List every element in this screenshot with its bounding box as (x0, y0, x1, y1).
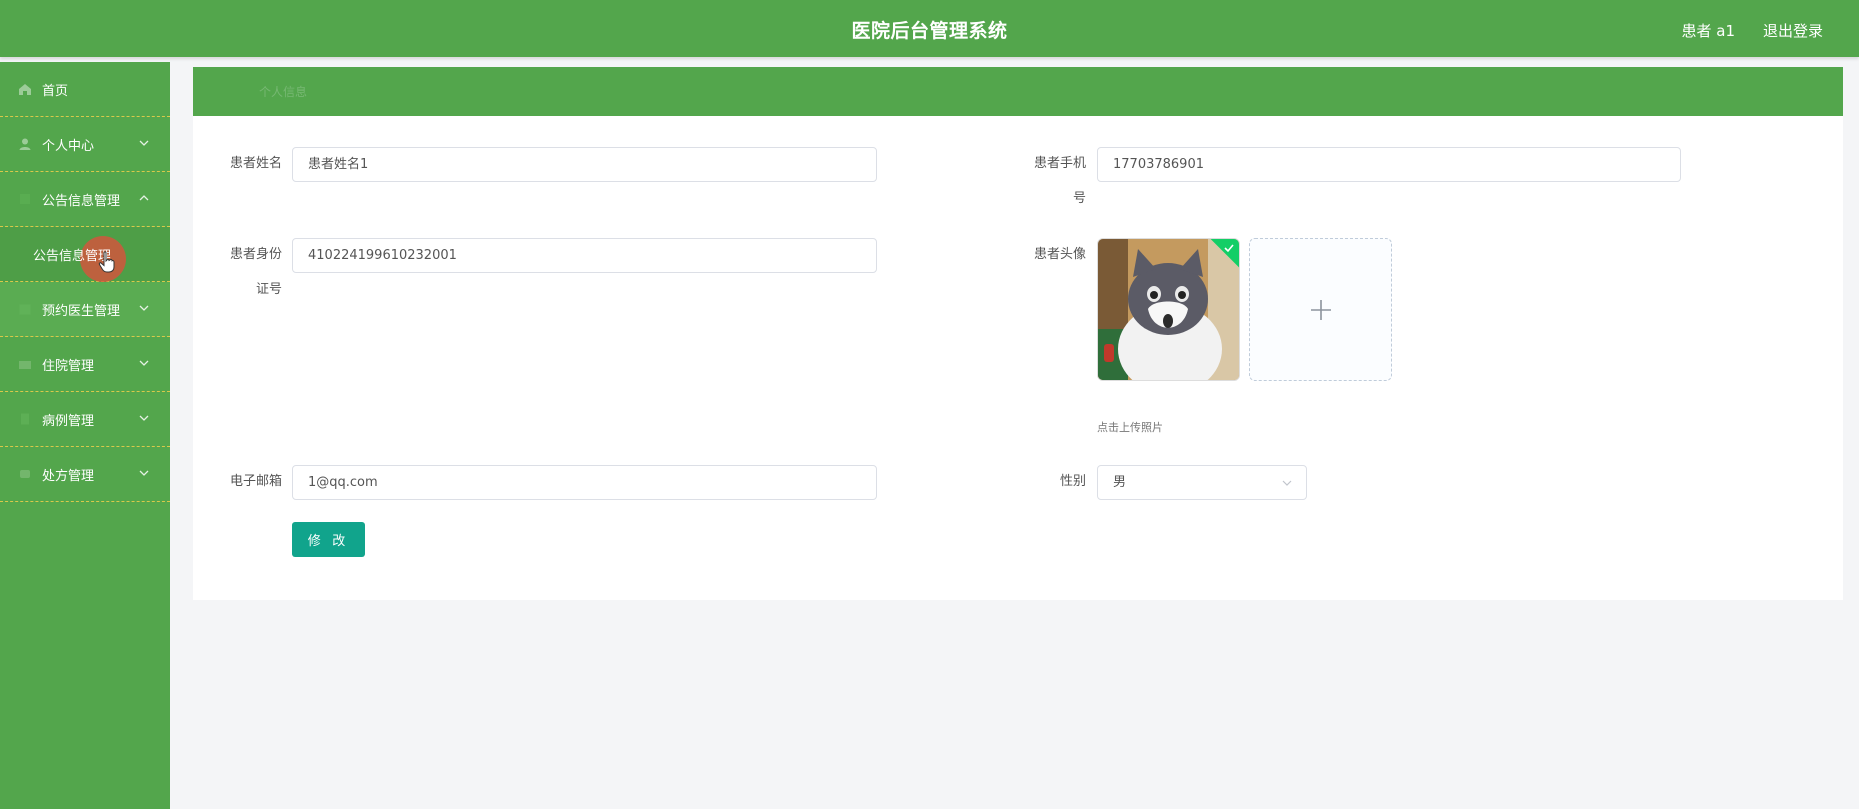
phone-label-line2: 号 (1072, 191, 1086, 206)
id-card-label-line1: 患者身份 (229, 247, 282, 262)
gender-selected-value: 男 (1113, 475, 1127, 490)
cat-photo (1098, 239, 1239, 380)
sidebar-item-prescriptions[interactable]: 处方管理 (0, 447, 170, 502)
chevron-down-icon (1282, 480, 1292, 486)
email-input[interactable]: 1@qq.com (292, 465, 877, 500)
sidebar-item-medical-records[interactable]: 病例管理 (0, 392, 170, 447)
gender-select[interactable]: 男 (1097, 465, 1307, 500)
top-header: 医院后台管理系统 患者 a1 退出登录 (0, 0, 1859, 57)
patient-name-input[interactable]: 患者姓名1 (292, 147, 877, 182)
phone-label-line1: 患者手机 (1033, 156, 1086, 171)
id-card-label: 患者身份 (218, 238, 282, 272)
plus-icon (1311, 300, 1331, 320)
user-icon (18, 137, 32, 151)
calendar-icon (18, 302, 32, 316)
id-card-label-line2: 证号 (255, 282, 282, 297)
upload-tip: 点击上传照片 (1097, 421, 1163, 434)
sidebar: 首页 个人中心 公告信息管理 公告信息管理 预约医生管理 住院管理 病例管理 处… (0, 62, 170, 809)
chevron-down-icon (139, 360, 149, 366)
phone-input[interactable]: 17703786901 (1097, 147, 1681, 182)
sidebar-item-label: 个人中心 (42, 138, 95, 154)
sidebar-subitem-notice-management[interactable]: 公告信息管理 (0, 227, 170, 282)
prescription-icon (18, 467, 32, 481)
id-card-input[interactable]: 410224199610232001 (292, 238, 877, 273)
file-icon (18, 412, 32, 426)
app-title: 医院后台管理系统 (851, 20, 1008, 42)
logout-link[interactable]: 退出登录 (1763, 20, 1823, 41)
chevron-down-icon (139, 305, 149, 311)
phone-label-continued: 号 (1020, 182, 1086, 216)
sidebar-item-home[interactable]: 首页 (0, 62, 170, 117)
bed-icon (18, 357, 32, 371)
breadcrumb: 个人信息 (193, 67, 1843, 116)
check-icon (1224, 244, 1234, 253)
chevron-down-icon (139, 140, 149, 146)
notice-icon (18, 192, 32, 206)
chevron-down-icon (139, 470, 149, 476)
sidebar-item-label: 公告信息管理 (42, 193, 121, 209)
avatar-upload-button[interactable] (1249, 238, 1392, 381)
email-label: 电子邮箱 (229, 474, 282, 489)
update-button[interactable]: 修 改 (292, 522, 365, 557)
phone-label: 患者手机 (1020, 147, 1086, 181)
chevron-up-icon (139, 195, 149, 201)
home-icon (18, 82, 32, 96)
current-user: 患者 a1 (1681, 22, 1735, 40)
breadcrumb-label: 个人信息 (259, 85, 308, 99)
sidebar-item-label: 首页 (42, 83, 69, 99)
sidebar-item-label: 预约医生管理 (42, 303, 121, 319)
avatar-thumbnail[interactable] (1097, 238, 1240, 381)
avatar-label: 患者头像 (1033, 247, 1086, 262)
chevron-down-icon (139, 415, 149, 421)
gender-label: 性别 (1059, 474, 1086, 489)
sidebar-item-doctor-appointments[interactable]: 预约医生管理 (0, 282, 170, 337)
hand-cursor-icon (98, 251, 115, 273)
sidebar-item-notice-management[interactable]: 公告信息管理 (0, 172, 170, 227)
sidebar-item-hospitalization[interactable]: 住院管理 (0, 337, 170, 392)
id-card-label-continued: 证号 (218, 273, 282, 307)
sidebar-item-label: 处方管理 (42, 468, 95, 484)
sidebar-item-personal-center[interactable]: 个人中心 (0, 117, 170, 172)
patient-name-label: 患者姓名 (229, 156, 282, 171)
sidebar-item-label: 住院管理 (42, 358, 95, 374)
sidebar-item-label: 病例管理 (42, 413, 95, 429)
